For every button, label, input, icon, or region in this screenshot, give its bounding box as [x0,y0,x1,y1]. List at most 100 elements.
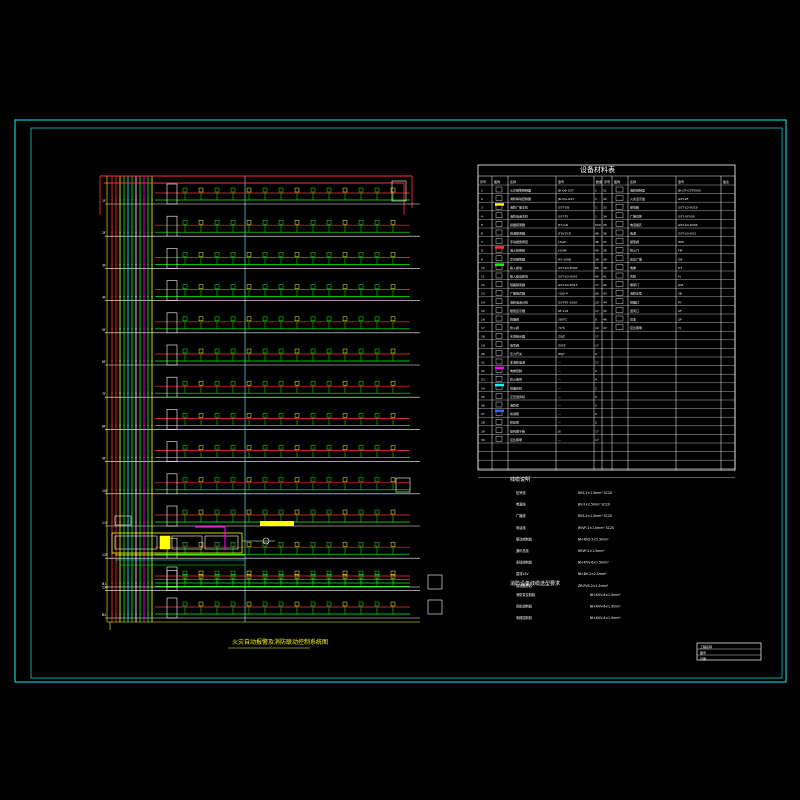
riser-tap [131,231,133,233]
row-model: FM [678,249,683,253]
device-tag: · [358,581,359,585]
table-header-3: 名称 [510,179,516,184]
riser-tap [127,424,129,427]
device-tag: · [342,453,343,457]
row-qty: 20 [595,300,599,304]
table-header-4: 型号 [558,179,564,184]
row-no: 9 [481,257,483,261]
riser-tap [111,295,113,298]
device-tag: · [374,227,375,231]
device-tag: · [342,581,343,585]
device-tag: · [230,578,231,582]
row-model: DT [678,266,682,270]
row-no: 11 [481,275,485,279]
riser-tap [139,231,141,233]
riser-tap [143,295,145,298]
riser-tap [127,295,129,298]
row-no: 16 [481,318,485,322]
riser-tap [139,489,141,491]
row-no: 41 [603,275,607,279]
device-tag: · [246,195,247,199]
device-tag: · [214,485,215,489]
row-name: 切非 [630,317,636,322]
device-tag: · [262,356,263,360]
floor-tag: 8F [102,424,106,428]
device-tag: · [214,227,215,231]
device-tag: · [182,517,183,521]
device-tag: · [358,549,359,553]
device-tag: · [214,581,215,585]
row-model: GST-GF500 [678,214,695,218]
row-qty: 17 [595,335,599,339]
riser-tap [135,328,137,330]
cad-drawing-canvas: 1F · · · · · · · · · · · · · · 2F · · · · · · · · · · · · · · 3F · · · · · ·… [0,0,800,800]
row-name: 信号阀 [510,342,519,347]
row-no: 22 [481,369,485,373]
riser-tap [135,199,137,201]
row-model: HX-100B [558,257,571,261]
row-name: 消防电话主机 [510,213,528,218]
note-spec: RVVP-2×1.0mm² SC20 [578,526,614,530]
device-tag: · [294,227,295,231]
note-spec: NH-KVV-6×1.5mm² [590,605,621,609]
riser-tap [119,392,121,394]
row-no: 43 [603,292,607,296]
device-tag: · [198,420,199,424]
riser-tap [119,613,121,615]
device-tag: · [262,324,263,328]
row-model: JB-QB-GST [557,189,574,193]
device-tag: · [310,485,311,489]
row-no: 18 [481,335,485,339]
row-name: 应急照明 [630,325,642,330]
riser-tap [131,613,133,615]
riser-tap [111,582,113,584]
device-tag: · [230,453,231,457]
row-qty: 60 [595,266,599,270]
device-tag: · [246,485,247,489]
row-name: 消防水泵 [630,291,642,296]
row-model: QF [678,318,682,322]
device-tag: · [214,324,215,328]
legend-swatch [495,409,504,413]
device-tag: · [246,356,247,360]
device-tag: · [198,517,199,521]
device-tag: · [342,324,343,328]
floor-tag: 3F [102,263,106,267]
row-qty: 17 [595,429,599,433]
note-label: 电梯控制线 [516,615,533,620]
device-tag: · [326,549,327,553]
riser-tap [123,521,125,523]
row-no: 2 [481,197,483,201]
riser-tap [119,263,121,266]
device-tag: · [294,324,295,328]
riser-tap [127,456,129,459]
riser-tap [143,231,145,233]
device-tag: · [294,195,295,199]
device-tag: · [358,356,359,360]
riser-tap [131,360,133,362]
row-name: 排烟阀 [510,317,519,322]
device-tag: · [278,517,279,521]
riser-tap [139,199,141,201]
device-tag: · [310,609,311,613]
device-tag: · [198,292,199,296]
row-name: 防火卷帘 [510,377,522,382]
row-name: 排烟风机 [510,385,522,390]
riser-tap [119,199,121,201]
device-tag: · [294,485,295,489]
device-tag: · [342,356,343,360]
row-no: 10 [481,266,485,270]
riser-tap [147,392,149,394]
device-tag: · [182,581,183,585]
device-tag: · [278,485,279,489]
device-tag: · [358,227,359,231]
table-header-5: 数量 [596,179,602,184]
riser-tap [115,231,117,233]
device-tag: · [214,292,215,296]
device-tag: · [310,578,311,582]
device-tag: · [326,453,327,457]
row-no: 37 [603,240,607,244]
row-model: ZF-101 [558,309,569,313]
row-model: SB [678,292,682,296]
device-tag: · [358,485,359,489]
